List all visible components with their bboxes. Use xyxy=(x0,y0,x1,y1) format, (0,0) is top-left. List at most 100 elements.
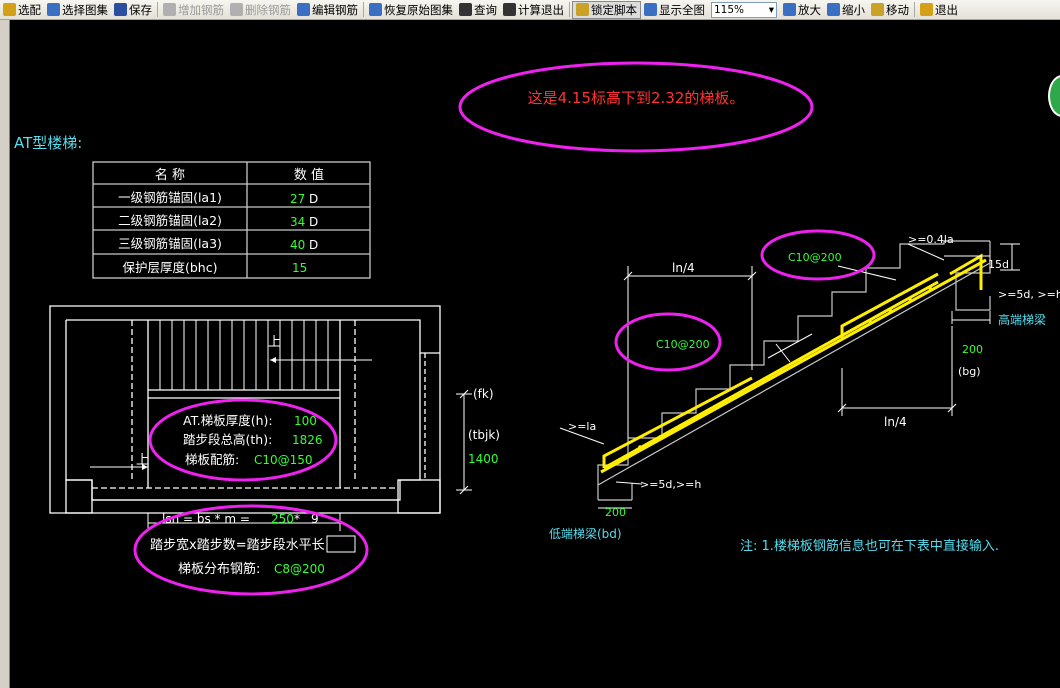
toolbar-button[interactable]: 显示全图 xyxy=(641,0,708,19)
toolbar-icon xyxy=(47,3,60,16)
row-value[interactable]: 34 xyxy=(290,215,305,229)
toolbar-button[interactable]: 删除钢筋 xyxy=(227,0,294,19)
toolbar-icon xyxy=(163,3,176,16)
toolbar-icon xyxy=(644,3,657,16)
toolbar-separator xyxy=(157,2,158,17)
toolbar-button[interactable]: 编辑钢筋 xyxy=(294,0,361,19)
table-header-value: 数 值 xyxy=(294,167,324,183)
ge5d-right-label: >=5d, >=h xyxy=(998,288,1060,301)
row-value[interactable]: 27 xyxy=(290,192,305,206)
rebar-label: 梯板配筋: xyxy=(185,452,239,467)
fk-label: (fk) xyxy=(473,387,494,401)
toolbar-button[interactable]: 保存 xyxy=(111,0,155,19)
toolbar-button[interactable]: 锁定脚本 xyxy=(572,0,641,19)
anchor-top-label: >=0.4la xyxy=(908,233,954,246)
d15-label: 15d xyxy=(988,258,1009,271)
row-name: 一级钢筋锚固(la1) xyxy=(118,190,222,205)
table-row: 二级钢筋锚固(la2) 34 D xyxy=(118,213,318,229)
table-header-name: 名 称 xyxy=(155,167,185,183)
dist-value[interactable]: C8@200 xyxy=(274,562,325,576)
toolbar-button[interactable]: 恢复原始图集 xyxy=(366,0,456,19)
top-rebar-value[interactable]: C10@200 xyxy=(788,251,842,264)
toolbar-icon xyxy=(576,3,589,16)
toolbar-separator xyxy=(363,2,364,17)
toolbar-button-label: 保存 xyxy=(129,2,152,17)
row-name: 保护层厚度(bhc) xyxy=(123,260,218,275)
ge5d-left-label: >=5d,>=h xyxy=(640,478,701,491)
height-label: 踏步段总高(th): xyxy=(183,432,272,447)
ln4-bottom-label: ln/4 xyxy=(884,415,907,429)
toolbar-icon xyxy=(459,3,472,16)
toolbar-button-label: 移动 xyxy=(886,2,909,17)
top-note-text: 这是4.15标高下到2.32的梯板。 xyxy=(528,89,745,107)
toolbar-button[interactable]: 计算退出 xyxy=(500,0,567,19)
anchor-left-label: >=la xyxy=(568,420,596,433)
thickness-label: AT.梯板厚度(h): xyxy=(183,413,273,428)
stair-type-title: AT型楼梯: xyxy=(14,134,82,152)
lsn-edit-box[interactable] xyxy=(326,535,356,553)
toolbar-button[interactable]: 移动 xyxy=(868,0,912,19)
toolbar-icon xyxy=(369,3,382,16)
mid-rebar-value[interactable]: C10@200 xyxy=(656,338,710,351)
toolbar-button-label: 查询 xyxy=(474,2,497,17)
tbjk-label: (tbjk) xyxy=(468,428,500,442)
toolbar-button[interactable]: 增加钢筋 xyxy=(160,0,227,19)
height-value[interactable]: 1826 xyxy=(292,433,323,447)
toolbar-icon xyxy=(3,3,16,16)
toolbar-button[interactable]: 退出 xyxy=(917,0,961,19)
toolbar-button-label: 缩小 xyxy=(842,2,865,17)
toolbar-button[interactable]: 缩小 xyxy=(824,0,868,19)
table-row: 三级钢筋锚固(la3) 40 D xyxy=(118,236,318,252)
row-value[interactable]: 40 xyxy=(290,238,305,252)
row-value[interactable]: 15 xyxy=(292,261,307,275)
toolbar-icon xyxy=(230,3,243,16)
zoom-value: 115% xyxy=(714,3,745,16)
toolbar-button[interactable]: 选择图集 xyxy=(44,0,111,19)
up-label-bottom: 上 xyxy=(136,453,149,468)
row-unit: D xyxy=(309,192,318,206)
toolbar-button-label: 删除钢筋 xyxy=(245,2,291,17)
ln4-top-label: ln/4 xyxy=(672,261,695,275)
chevron-down-icon[interactable]: ▾ xyxy=(769,4,774,16)
zoom-select[interactable]: 115% ▾ xyxy=(711,1,777,18)
stair-plan-drawing xyxy=(49,305,441,514)
tbjk-dimension xyxy=(456,389,472,495)
row-name: 三级钢筋锚固(la3) xyxy=(118,236,222,251)
toolbar-button[interactable]: 查询 xyxy=(456,0,500,19)
toolbar-button[interactable]: 选配 xyxy=(0,0,44,19)
toolbar-button-label: 显示全图 xyxy=(659,2,705,17)
toolbar: 选配 选择图集 保存 增加钢筋 删除钢筋 编辑钢筋 恢复原始图集 查询 计算退出 锁定脚本 显示全图… xyxy=(0,0,1060,20)
tbjk-value[interactable]: 1400 xyxy=(468,452,499,466)
toolbar-icon xyxy=(871,3,884,16)
toolbar-icon xyxy=(827,3,840,16)
toolbar-separator xyxy=(569,2,570,17)
toolbar-button-label: 编辑钢筋 xyxy=(312,2,358,17)
rebar-value[interactable]: C10@150 xyxy=(254,453,313,467)
low-beam-label: 低端梯梁(bd) xyxy=(549,526,622,541)
dist-label: 梯板分布钢筋: xyxy=(178,561,260,577)
toolbar-button-label: 选配 xyxy=(18,2,41,17)
width-right-value[interactable]: 200 xyxy=(962,343,983,356)
toolbar-button[interactable]: 放大 xyxy=(780,0,824,19)
row-name: 二级钢筋锚固(la2) xyxy=(118,213,222,228)
width-left-value[interactable]: 200 xyxy=(605,506,626,519)
toolbar-icon xyxy=(783,3,796,16)
row-unit: D xyxy=(309,238,318,252)
toolbar-separator xyxy=(914,2,915,17)
stair-tread-lines xyxy=(147,320,341,390)
toolbar-button-label: 退出 xyxy=(935,2,958,17)
lsn-bs-value[interactable]: 250 xyxy=(271,512,294,526)
toolbar-button-label: 锁定脚本 xyxy=(591,2,637,17)
toolbar-button-label: 选择图集 xyxy=(62,2,108,17)
toolbar-button-label: 恢复原始图集 xyxy=(384,2,453,17)
toolbar-button-label: 增加钢筋 xyxy=(178,2,224,17)
lsn-formula: lsn = bs * m = xyxy=(162,512,250,526)
thickness-value[interactable]: 100 xyxy=(294,414,317,428)
bg-label: (bg) xyxy=(958,365,981,378)
toolbar-tail-group: 放大 缩小 移动 退出 xyxy=(780,0,961,19)
toolbar-icon xyxy=(503,3,516,16)
top-note-highlight xyxy=(458,61,814,153)
drawing-canvas: 这是4.15标高下到2.32的梯板。 AT型楼梯: 名 称 数 值 一级钢筋锚固… xyxy=(14,61,1060,596)
table-row: 一级钢筋锚固(la1) 27 D xyxy=(118,190,318,206)
toolbar-button-label: 放大 xyxy=(798,2,821,17)
